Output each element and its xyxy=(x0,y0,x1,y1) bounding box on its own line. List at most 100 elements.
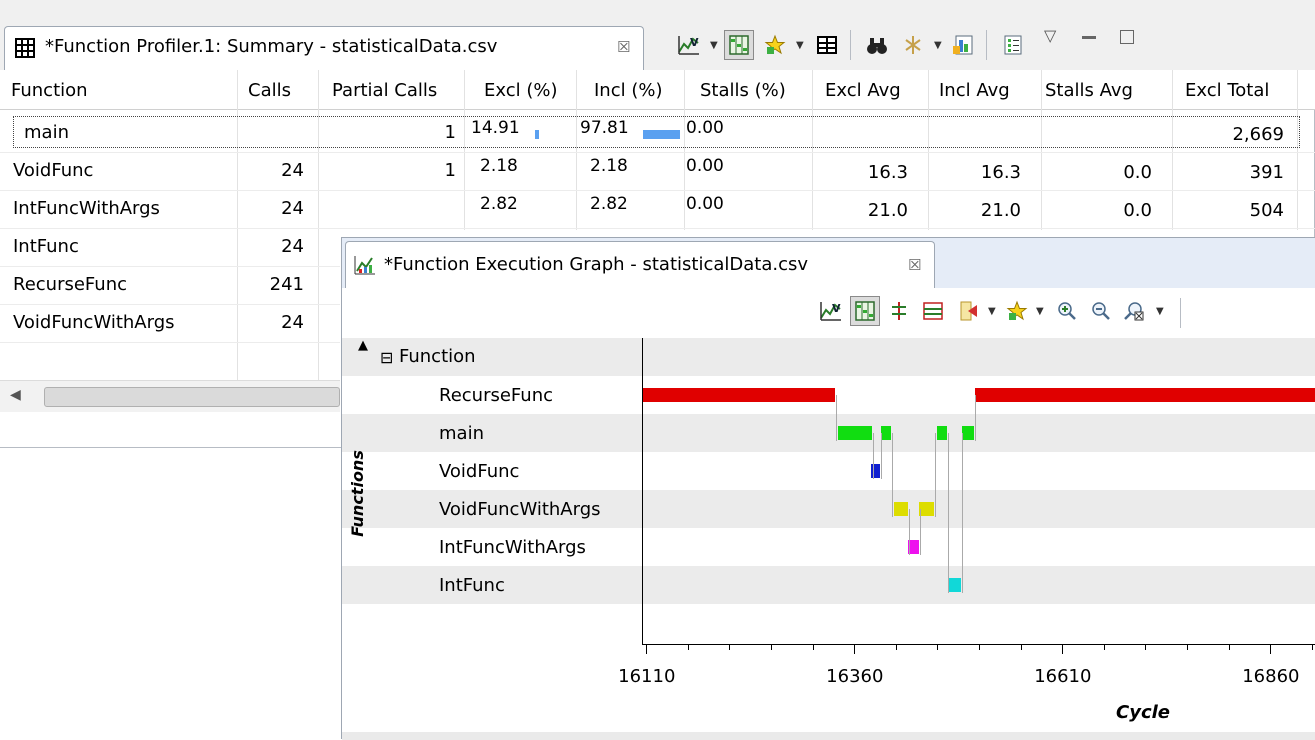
cell-calls: 24 xyxy=(281,312,304,333)
chevron-down-icon[interactable]: ▼ xyxy=(710,40,718,51)
call-transition-line xyxy=(935,433,937,517)
svg-text:V: V xyxy=(690,36,699,49)
cell-function: IntFunc xyxy=(13,236,79,257)
cell-incl-pct: 2.18 xyxy=(590,156,628,176)
column-divider xyxy=(576,70,577,230)
call-transition-line xyxy=(975,395,976,441)
toolbar-separator xyxy=(850,30,851,60)
export-icon[interactable] xyxy=(948,30,978,60)
toolbar-separator xyxy=(986,30,987,60)
execution-segment[interactable] xyxy=(937,426,947,440)
cell-incl-avg: 16.3 xyxy=(980,162,1021,183)
horizontal-scrollbar[interactable]: ◀ xyxy=(0,380,340,412)
call-transition-line xyxy=(872,433,874,479)
chart-icon[interactable]: V xyxy=(674,30,704,60)
col-header-partial-calls[interactable]: Partial Calls xyxy=(332,80,437,101)
incl-pct-bar xyxy=(643,130,680,139)
execution-segment[interactable] xyxy=(974,388,1315,402)
column-divider xyxy=(928,70,929,230)
cell-incl-avg: 21.0 xyxy=(980,200,1021,221)
execution-segment[interactable] xyxy=(837,426,872,440)
close-icon[interactable]: ☒ xyxy=(617,38,630,56)
cell-partial-calls: 1 xyxy=(444,160,456,181)
execution-segment[interactable] xyxy=(919,502,935,516)
call-transition-line xyxy=(836,395,838,441)
columns-icon[interactable] xyxy=(998,30,1028,60)
row-divider xyxy=(0,152,1315,153)
summary-tab-title: *Function Profiler.1: Summary - statisti… xyxy=(45,36,498,57)
cell-stalls-pct: 0.00 xyxy=(686,194,724,214)
x-axis-title: Cycle xyxy=(1116,702,1170,723)
call-transition-line xyxy=(909,509,911,555)
column-divider xyxy=(1041,70,1042,230)
binoculars-icon[interactable] xyxy=(862,30,892,60)
x-tick-major xyxy=(854,644,856,654)
cell-calls: 24 xyxy=(281,236,304,257)
excl-pct-bar xyxy=(535,130,539,139)
column-divider xyxy=(1172,70,1173,230)
maximize-icon[interactable] xyxy=(1120,30,1134,44)
scrollbar-thumb[interactable] xyxy=(44,387,340,407)
summary-tab[interactable]: *Function Profiler.1: Summary - statisti… xyxy=(4,26,644,70)
col-header-excl-avg[interactable]: Excl Avg xyxy=(825,80,901,101)
col-header-function[interactable]: Function xyxy=(11,80,88,101)
cell-stalls-avg: 0.0 xyxy=(1123,162,1152,183)
view-menu-icon[interactable]: ▽ xyxy=(1044,26,1056,45)
row-divider xyxy=(0,266,340,267)
table-icon[interactable] xyxy=(812,30,842,60)
star-icon[interactable] xyxy=(760,30,790,60)
cell-incl-pct: 97.81 xyxy=(580,118,629,138)
execution-segment[interactable] xyxy=(894,502,909,516)
execution-segment[interactable] xyxy=(962,426,974,440)
x-tick-major xyxy=(1062,644,1064,654)
column-divider xyxy=(812,70,813,230)
column-divider xyxy=(1297,70,1298,230)
col-header-excl-pct[interactable]: Excl (%) xyxy=(484,80,557,101)
y-axis-line xyxy=(642,338,643,644)
cell-excl-total: 2,669 xyxy=(1232,124,1284,145)
cell-excl-pct: 2.82 xyxy=(480,194,518,214)
call-transition-line xyxy=(947,433,949,593)
x-tick-label: 16610 xyxy=(1034,666,1092,687)
x-axis-line xyxy=(642,644,1315,645)
col-header-stalls-avg[interactable]: Stalls Avg xyxy=(1045,80,1133,101)
col-header-calls[interactable]: Calls xyxy=(248,80,291,101)
cell-excl-total: 391 xyxy=(1249,162,1284,183)
execution-plot-area[interactable]: 16110 16360 16610 16860 xyxy=(342,238,1315,740)
col-header-excl-total[interactable]: Excl Total xyxy=(1185,80,1269,101)
chevron-down-icon[interactable]: ▼ xyxy=(796,40,804,51)
cell-function: main xyxy=(24,122,69,143)
cell-incl-pct: 2.82 xyxy=(590,194,628,214)
cell-function: RecurseFunc xyxy=(13,274,128,295)
cell-excl-avg: 16.3 xyxy=(867,162,908,183)
call-transition-line xyxy=(920,509,922,555)
cell-calls: 24 xyxy=(281,198,304,219)
row-divider xyxy=(0,190,1315,191)
row-divider xyxy=(0,342,340,343)
cell-calls: 24 xyxy=(281,160,304,181)
execution-segment[interactable] xyxy=(949,578,961,592)
cell-stalls-avg: 0.0 xyxy=(1123,200,1152,221)
column-divider xyxy=(684,70,685,230)
cell-excl-total: 504 xyxy=(1249,200,1284,221)
scroll-left-icon[interactable]: ◀ xyxy=(10,387,21,403)
execution-segment[interactable] xyxy=(642,388,836,402)
x-tick-label: 16360 xyxy=(826,666,884,687)
col-header-incl-avg[interactable]: Incl Avg xyxy=(939,80,1010,101)
col-header-incl-pct[interactable]: Incl (%) xyxy=(594,80,662,101)
cell-excl-pct: 2.18 xyxy=(480,156,518,176)
summary-title-bar: *Function Profiler.1: Summary - statisti… xyxy=(0,0,1315,70)
x-tick-label: 16110 xyxy=(618,666,676,687)
cell-excl-pct: 14.91 xyxy=(471,118,520,138)
filter-icon[interactable] xyxy=(898,30,928,60)
execution-segment[interactable] xyxy=(880,426,891,440)
tree-icon[interactable] xyxy=(724,30,754,60)
cell-function: VoidFunc xyxy=(13,160,94,181)
col-header-stalls-pct[interactable]: Stalls (%) xyxy=(700,80,786,101)
chevron-down-icon[interactable]: ▼ xyxy=(934,40,942,51)
minimize-icon[interactable] xyxy=(1082,36,1096,39)
function-execution-graph-view: *Function Execution Graph - statisticalD… xyxy=(341,237,1315,740)
row-divider xyxy=(0,304,340,305)
x-tick-label: 16860 xyxy=(1242,666,1300,687)
x-tick-major xyxy=(1270,644,1272,654)
